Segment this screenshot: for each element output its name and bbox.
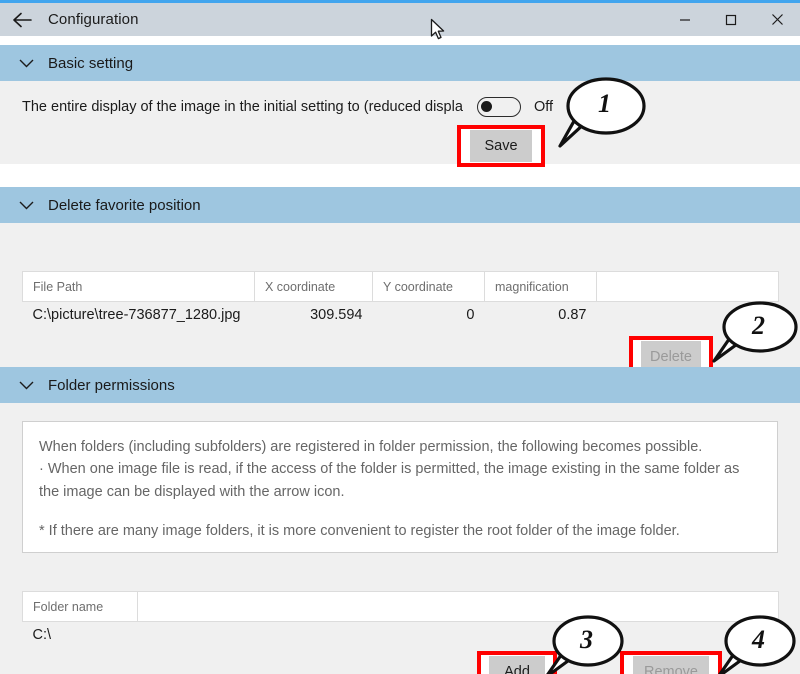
info-line-3: * If there are many image folders, it is… (39, 520, 761, 542)
callout-number: 2 (752, 311, 765, 341)
toggle-knob (481, 101, 492, 112)
cell-y-coordinate: 0 (373, 302, 485, 329)
section-delete-favorite-position: Delete favorite position File Path X coo… (0, 187, 800, 378)
maximize-button[interactable] (708, 3, 754, 36)
window-controls (662, 3, 800, 36)
back-button[interactable] (0, 3, 46, 36)
column-header-magnification[interactable]: magnification (485, 272, 597, 302)
mouse-cursor (430, 18, 446, 42)
column-header-y-coordinate[interactable]: Y coordinate (373, 272, 485, 302)
close-icon (771, 13, 784, 26)
info-line-1: When folders (including subfolders) are … (39, 436, 761, 458)
table-header-row: Folder name (23, 592, 779, 622)
section-body-delete-favorite-position: File Path X coordinate Y coordinate magn… (0, 223, 800, 378)
section-title: Folder permissions (48, 377, 175, 394)
callout-number: 3 (580, 625, 593, 655)
table-row[interactable]: C:\ (23, 622, 779, 649)
cell-x-coordinate: 309.594 (255, 302, 373, 329)
callout-1: 1 (548, 76, 648, 152)
section-folder-permissions: Folder permissions When folders (includi… (0, 367, 800, 674)
column-header-file-path[interactable]: File Path (23, 272, 255, 302)
cell-magnification: 0.87 (485, 302, 597, 329)
column-header-folder-name[interactable]: Folder name (23, 592, 138, 622)
chevron-down-icon (18, 55, 34, 71)
section-title: Basic setting (48, 55, 133, 72)
maximize-icon (725, 14, 737, 26)
section-header-basic-setting[interactable]: Basic setting (0, 45, 800, 81)
initial-display-toggle-group: Off (477, 97, 553, 117)
chevron-down-icon (18, 197, 34, 213)
callout-4: 4 (712, 615, 800, 674)
section-body-basic-setting: The entire display of the image in the i… (0, 81, 800, 164)
save-button[interactable]: Save (470, 130, 532, 162)
column-header-blank[interactable] (597, 272, 779, 302)
title-bar: Configuration (0, 0, 800, 36)
save-button-highlight: Save (457, 125, 545, 167)
folder-permissions-table: Folder name C:\ (22, 591, 779, 648)
close-button[interactable] (754, 3, 800, 36)
minimize-button[interactable] (662, 3, 708, 36)
callout-number: 1 (598, 89, 611, 119)
cell-file-path: C:\picture\tree-736877_1280.jpg (23, 302, 255, 329)
remove-button[interactable]: Remove (633, 656, 709, 674)
section-header-folder-permissions[interactable]: Folder permissions (0, 367, 800, 403)
configuration-window: Configuration Bas (0, 0, 800, 674)
initial-display-setting-label: The entire display of the image in the i… (22, 99, 477, 115)
section-header-delete-favorite-position[interactable]: Delete favorite position (0, 187, 800, 223)
back-arrow-icon (13, 12, 33, 28)
folder-permissions-info-box: When folders (including subfolders) are … (22, 421, 778, 553)
section-body-folder-permissions: When folders (including subfolders) are … (0, 403, 800, 674)
cell-folder-name: C:\ (23, 622, 138, 649)
section-title: Delete favorite position (48, 197, 201, 214)
cell-blank (138, 622, 779, 649)
table-row[interactable]: C:\picture\tree-736877_1280.jpg 309.594 … (23, 302, 779, 329)
favorite-positions-table: File Path X coordinate Y coordinate magn… (22, 271, 779, 328)
info-line-2: · When one image file is read, if the ac… (39, 458, 761, 503)
column-header-blank[interactable] (138, 592, 779, 622)
section-basic-setting: Basic setting The entire display of the … (0, 45, 800, 164)
minimize-icon (679, 14, 691, 26)
column-header-x-coordinate[interactable]: X coordinate (255, 272, 373, 302)
table-header-row: File Path X coordinate Y coordinate magn… (23, 272, 779, 302)
window-title: Configuration (48, 11, 139, 28)
chevron-down-icon (18, 377, 34, 393)
initial-display-toggle[interactable] (477, 97, 521, 117)
callout-3: 3 (540, 615, 640, 674)
callout-number: 4 (752, 625, 765, 655)
callout-2: 2 (712, 301, 800, 371)
add-button[interactable]: Add (489, 656, 545, 674)
